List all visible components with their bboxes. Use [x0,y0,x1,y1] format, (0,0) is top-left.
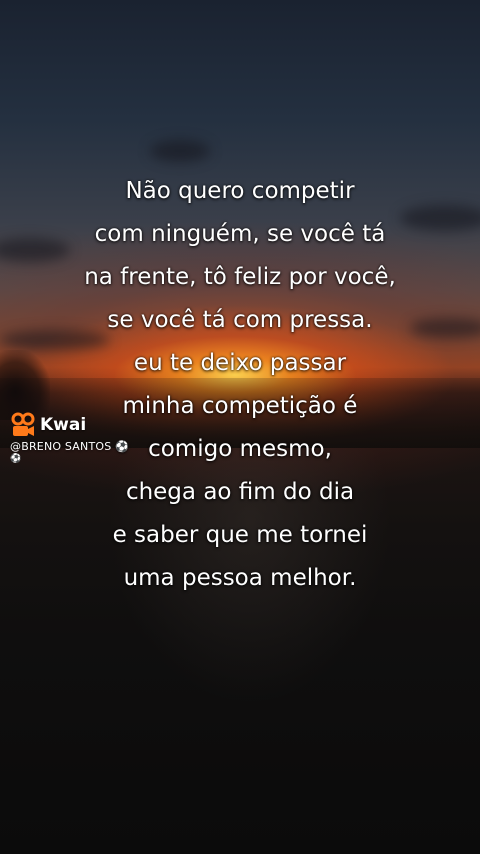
kwai-brand-label: Kwai [40,415,87,435]
cloud [150,140,210,162]
quote-line: Não quero competir [125,178,355,204]
kwai-logo: Kwai [10,412,129,438]
kwai-handle-text: @BRENO SANTOS [10,440,112,453]
quote-line: na frente, tô feliz por você, [84,264,396,290]
quote-line: eu te deixo passar [133,350,347,376]
soccer-ball-icon: ⚽ [115,440,130,453]
quote-text: Não quero competir com ninguém, se você … [0,170,480,600]
kwai-watermark: Kwai @BRENO SANTOS ⚽ ⚽ [10,412,129,464]
soccer-ball-icon: ⚽ [10,454,22,464]
kwai-handle: @BRENO SANTOS ⚽ [10,440,129,453]
quote-line: e saber que me tornei [112,522,368,548]
quote-line: com ninguém, se você tá [94,221,386,247]
quote-line: uma pessoa melhor. [123,565,357,591]
kwai-camera-logo-icon [11,412,35,436]
quote-line: chega ao fim do dia [125,479,355,505]
background-photo: Não quero competir com ninguém, se você … [0,0,480,854]
quote-line: se você tá com pressa. [107,307,373,333]
